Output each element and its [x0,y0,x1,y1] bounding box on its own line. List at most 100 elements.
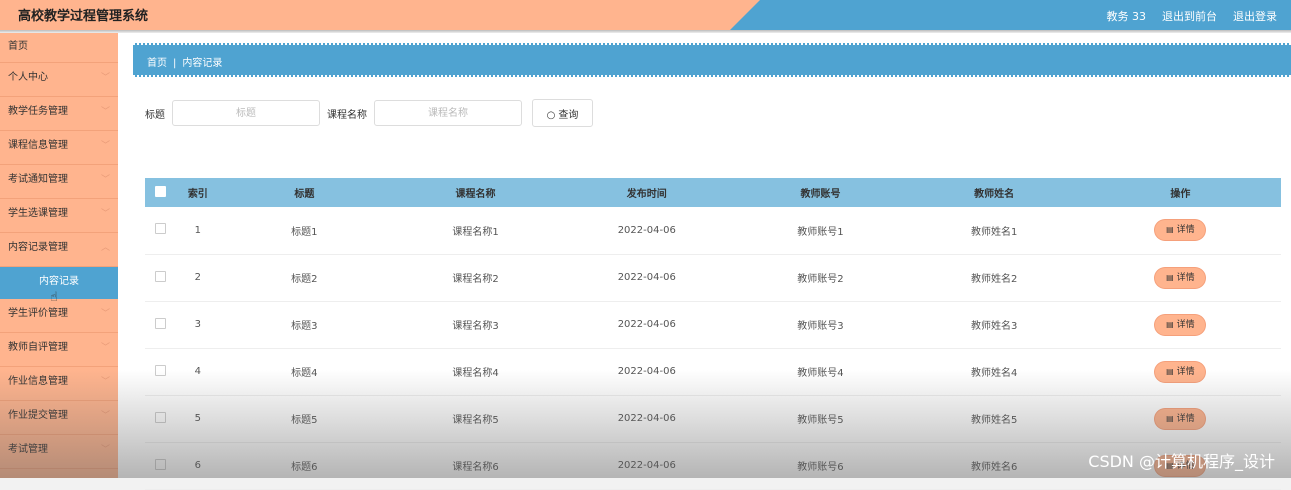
cell-name: 教师姓名1 [970,226,1018,238]
row-checkbox[interactable] [155,458,167,470]
header-actions: 教务 33 退出到前台 退出登录 [1107,8,1278,24]
document-icon: ▤ [1166,319,1174,329]
row-checkbox[interactable] [155,270,167,282]
chevron-down-icon: ﹀ [100,309,110,319]
cell-title: 标题6 [291,462,318,473]
cell-action: ▤ 详情 [1080,254,1281,301]
sidebar-item-course-selection[interactable]: 学生选课管理 ﹀ [0,199,118,233]
cell-account: 教师账号2 [797,274,844,285]
cell-index: 4 [194,366,201,377]
detail-button-label: 详情 [1176,413,1195,424]
chevron-down-icon: ﹀ [100,445,110,455]
cell-title: 标题3 [291,321,318,332]
header-name: 教师姓名 [974,189,1015,200]
detail-button[interactable]: ▤ 详情 [1155,220,1206,241]
cell-date: 2022-04-06 [617,460,676,471]
cell-index: 2 [194,272,201,283]
detail-button[interactable]: ▤ 详情 [1155,267,1206,288]
document-icon: ▤ [1166,272,1174,282]
sidebar-item-course-info[interactable]: 课程信息管理 ﹀ [0,131,118,165]
cell-course: 课程名称5 [452,415,499,426]
chevron-down-icon: ﹀ [100,411,110,421]
search-button[interactable]: ○ 查询 [532,99,593,127]
cell-title: 标题2 [291,274,318,285]
row-checkbox[interactable] [155,317,167,329]
sidebar-item-label: 首页 [8,41,28,52]
sidebar-item-teacher-self-eval[interactable]: 教师自评管理 ﹀ [0,333,118,367]
detail-button[interactable]: ▤ 详情 [1155,408,1206,429]
cell-index: 3 [194,319,201,330]
cell-course: 课程名称3 [452,321,499,332]
sidebar-item-label: 学生评价管理 [8,308,68,319]
sidebar-item-content-record[interactable]: 内容记录管理 ︿ [0,233,118,267]
cell-index: 5 [194,413,201,424]
sidebar-item-label: 内容记录管理 [8,242,68,253]
breadcrumb-current: 内容记录 [182,58,223,69]
top-header: 高校教学过程管理系统 教务 33 退出到前台 退出登录 [0,0,1291,30]
exit-to-front-link[interactable]: 退出到前台 [1162,8,1217,24]
detail-button[interactable]: ▤ 详情 [1155,314,1206,335]
sidebar-item-label: 个人中心 [8,72,48,83]
sidebar-item-exam[interactable]: 考试管理 ﹀ [0,435,118,469]
document-icon: ▤ [1166,225,1174,235]
chevron-down-icon: ﹀ [100,377,110,387]
row-checkbox-cell [145,348,177,395]
sidebar-subitem-content-record[interactable]: 内容记录 ☝ [0,267,118,305]
select-all-checkbox[interactable] [155,185,167,197]
row-checkbox-cell [145,301,177,348]
app-title: 高校教学过程管理系统 [18,9,149,24]
header-date: 发布时间 [626,189,667,200]
cell-index: 1 [194,224,201,236]
sidebar-item-label: 教学任务管理 [8,106,68,117]
table-header-row: 索引 标题 课程名称 发布时间 教师账号 教师姓名 操作 [145,178,1281,207]
chevron-down-icon: ﹀ [100,343,110,353]
detail-button[interactable]: ▤ 详情 [1155,361,1206,382]
sidebar: 首页 个人中心 ﹀ 教学任务管理 ﹀ 课程信息管理 ﹀ 考试通知管理 ﹀ 学生选课管理 ﹀… [0,33,118,478]
cell-action: ▤ 详情 [1080,301,1281,348]
logout-link[interactable]: 退出登录 [1233,8,1277,24]
cell-date: 2022-04-06 [617,366,676,377]
chevron-down-icon: ﹀ [100,107,110,117]
row-checkbox[interactable] [155,223,167,235]
row-checkbox[interactable] [155,411,167,423]
cell-date: 2022-04-06 [617,272,676,283]
course-search-label: 课程名称 [327,109,367,121]
header-account: 教师账号 [800,189,841,200]
cell-course: 课程名称4 [452,368,499,379]
breadcrumb-home[interactable]: 首页 [147,58,167,69]
sidebar-subitem-label: 内容记录 [39,276,79,287]
sidebar-item-home[interactable]: 首页 [0,33,118,63]
detail-button-label: 详情 [1176,319,1195,330]
row-checkbox[interactable] [155,364,167,376]
cell-course: 课程名称6 [452,462,499,473]
title-search-input[interactable] [172,100,320,126]
sidebar-item-homework-info[interactable]: 作业信息管理 ﹀ [0,367,118,401]
search-icon: ○ [546,109,556,121]
breadcrumb: 首页 | 内容记录 [133,43,1291,77]
cell-action: ▤ 详情 [1080,348,1281,395]
cell-title: 标题1 [291,226,318,238]
chevron-down-icon: ﹀ [100,141,110,151]
sidebar-item-teaching-task[interactable]: 教学任务管理 ﹀ [0,97,118,131]
row-checkbox-cell [145,395,177,442]
sidebar-item-homework-submit[interactable]: 作业提交管理 ﹀ [0,401,118,435]
cell-course: 课程名称2 [452,274,499,285]
detail-button-label: 详情 [1176,225,1195,236]
sidebar-item-label: 教师自评管理 [8,342,68,353]
row-checkbox-cell [145,207,177,254]
cell-date: 2022-04-06 [617,224,676,236]
chevron-down-icon: ﹀ [100,73,110,83]
sidebar-item-personal[interactable]: 个人中心 ﹀ [0,63,118,97]
header-action: 操作 [1170,189,1191,200]
current-user: 教务 33 [1106,10,1147,23]
header-index: 索引 [187,189,208,200]
cell-account: 教师账号3 [797,321,844,332]
sidebar-item-exam-notice[interactable]: 考试通知管理 ﹀ [0,165,118,199]
content-record-table: 索引 标题 课程名称 发布时间 教师账号 教师姓名 操作 1 标题1 课程名称1 20… [145,178,1281,490]
cell-index: 6 [194,460,201,471]
cell-course: 课程名称1 [452,226,499,238]
sidebar-item-student-eval[interactable]: 学生评价管理 ﹀ [0,299,118,333]
cell-action: ▤ 详情 [1080,207,1281,254]
course-search-input[interactable] [374,100,522,126]
sidebar-item-label: 作业提交管理 [8,410,68,421]
